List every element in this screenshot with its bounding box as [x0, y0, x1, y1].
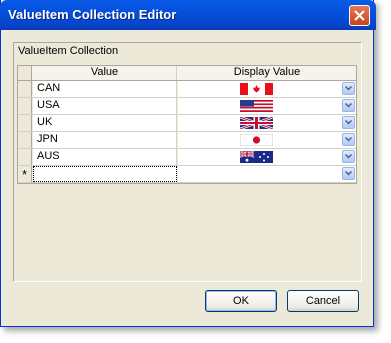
column-header-value[interactable]: Value [33, 66, 177, 80]
new-value-cell[interactable] [33, 166, 177, 182]
row-selector[interactable] [18, 132, 32, 148]
close-icon [354, 10, 365, 21]
display-value-cell[interactable] [178, 149, 356, 165]
value-cell[interactable]: JPN [33, 132, 177, 148]
chevron-down-icon [345, 103, 352, 108]
japan-flag-icon [240, 134, 273, 146]
canada-flag-icon [240, 83, 273, 95]
display-value-cell[interactable] [178, 115, 356, 131]
value-cell[interactable]: CAN [33, 81, 177, 97]
chevron-down-icon [345, 137, 352, 142]
uk-flag-icon [240, 117, 273, 129]
dropdown-button[interactable] [342, 133, 355, 146]
chevron-down-icon [345, 120, 352, 125]
table-row[interactable]: JPN [18, 132, 356, 149]
grid-header: Value Display Value [18, 66, 356, 81]
collection-group: ValueItem Collection Value Display Value… [13, 42, 362, 282]
australia-flag-icon [240, 151, 273, 163]
window-title: ValueItem Collection Editor [8, 7, 177, 22]
row-selector[interactable] [18, 81, 32, 97]
value-cell[interactable]: UK [33, 115, 177, 131]
row-selector[interactable] [18, 98, 32, 114]
value-cell[interactable]: USA [33, 98, 177, 114]
table-row[interactable]: CAN [18, 81, 356, 98]
new-row[interactable]: * [18, 166, 356, 183]
new-row-marker: * [18, 166, 32, 182]
dropdown-button[interactable] [342, 82, 355, 95]
header-corner [18, 66, 32, 80]
chevron-down-icon [345, 154, 352, 159]
cancel-button[interactable]: Cancel [287, 290, 359, 312]
dropdown-button[interactable] [342, 150, 355, 163]
row-selector[interactable] [18, 115, 32, 131]
usa-flag-icon [240, 100, 273, 112]
dropdown-button[interactable] [342, 167, 355, 180]
ok-button[interactable]: OK [205, 290, 277, 312]
row-selector[interactable] [18, 149, 32, 165]
dialog-window: ValueItem Collection Editor ValueItem Co… [0, 0, 376, 327]
column-header-display-value[interactable]: Display Value [178, 66, 356, 80]
table-row[interactable]: USA [18, 98, 356, 115]
title-bar[interactable]: ValueItem Collection Editor [0, 0, 376, 30]
group-caption: ValueItem Collection [18, 45, 119, 57]
display-value-cell[interactable] [178, 98, 356, 114]
dropdown-button[interactable] [342, 99, 355, 112]
display-value-cell[interactable] [178, 132, 356, 148]
table-row[interactable]: UK [18, 115, 356, 132]
chevron-down-icon [345, 86, 352, 91]
new-display-value-cell[interactable] [178, 166, 356, 182]
table-row[interactable]: AUS [18, 149, 356, 166]
value-cell[interactable]: AUS [33, 149, 177, 165]
dropdown-button[interactable] [342, 116, 355, 129]
close-button[interactable] [349, 5, 370, 26]
chevron-down-icon [345, 171, 352, 176]
collection-grid[interactable]: Value Display Value CAN USA UK JPN AUS * [17, 65, 357, 184]
display-value-cell[interactable] [178, 81, 356, 97]
